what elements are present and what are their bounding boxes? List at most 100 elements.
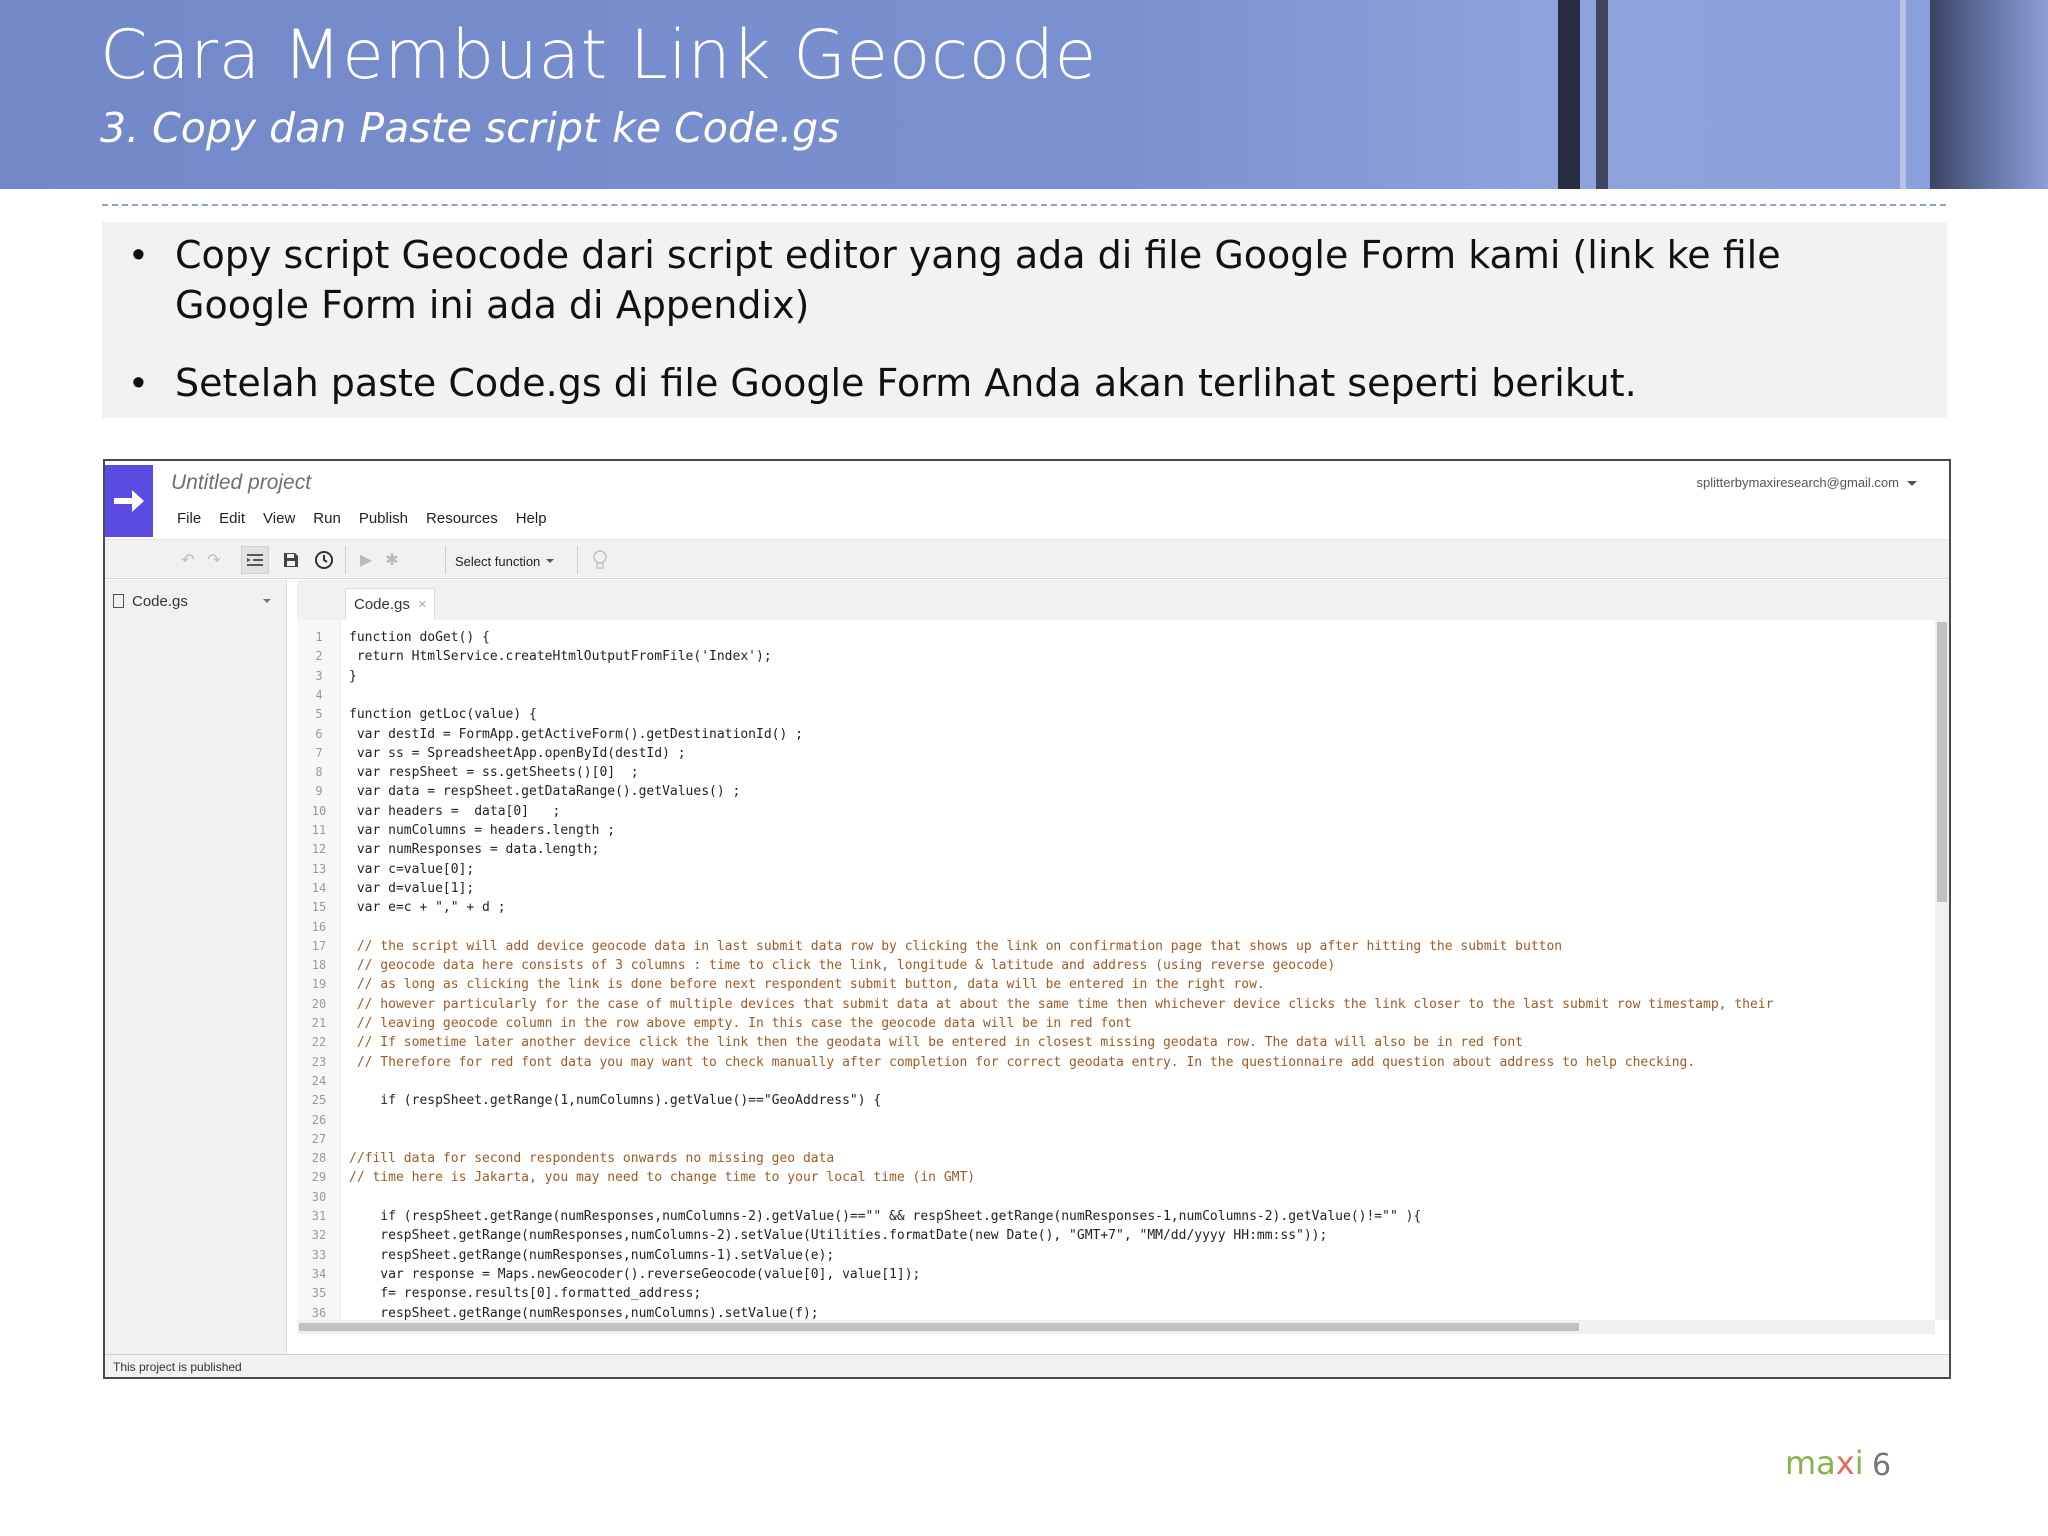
debug-bug-icon[interactable]: ✱: [381, 546, 403, 574]
triggers-clock-icon[interactable]: [311, 546, 337, 574]
line-number: 33: [311, 1248, 327, 1262]
line-number: 34: [311, 1267, 327, 1281]
line-number: 25: [311, 1093, 327, 1107]
line-number: 12: [311, 842, 327, 856]
close-icon[interactable]: ✕: [418, 598, 427, 611]
line-number: 3: [315, 669, 323, 683]
code-line: //fill data for second respondents onwar…: [349, 1151, 835, 1166]
line-number: 13: [311, 862, 327, 876]
code-line: var e=c + "," + d ;: [349, 900, 506, 915]
chevron-down-icon[interactable]: [1907, 481, 1917, 486]
code-line: respSheet.getRange(numResponses,numColum…: [349, 1248, 835, 1263]
menu-help[interactable]: Help: [516, 510, 547, 527]
code-editor[interactable]: function doGet() { return HtmlService.cr…: [341, 620, 1935, 1321]
code-line: var destId = FormApp.getActiveForm().get…: [349, 727, 803, 742]
line-number: 4: [315, 688, 323, 702]
code-line: // the script will add device geocode da…: [349, 939, 1563, 954]
maxi-logo: maxi: [1785, 1444, 1864, 1482]
toolbar: ↶ ↷ ▶ ✱ Select function: [105, 539, 1949, 579]
divider: [102, 204, 1946, 206]
code-line: var numResponses = data.length;: [349, 842, 600, 857]
line-number: 18: [311, 958, 327, 972]
bullet-text: Setelah paste Code.gs di file Google For…: [175, 361, 1637, 405]
bullet-dot: •: [131, 234, 145, 276]
line-number: 16: [311, 920, 327, 934]
header-background-stripe: [1558, 0, 1580, 189]
slide-subtitle: 3. Copy dan Paste script ke Code.gs: [100, 104, 840, 152]
scrollbar-thumb[interactable]: [1937, 622, 1947, 902]
line-number: 26: [311, 1113, 327, 1127]
horizontal-scrollbar[interactable]: [297, 1320, 1935, 1334]
line-number: 15: [311, 900, 327, 914]
code-line: respSheet.getRange(numResponses,numColum…: [349, 1228, 1328, 1243]
code-line: var data = respSheet.getDataRange().getV…: [349, 784, 741, 799]
code-line: }: [349, 669, 357, 684]
status-bar: This project is published: [105, 1354, 1949, 1377]
line-number: 32: [311, 1228, 327, 1242]
code-line: // however particularly for the case of …: [349, 997, 1774, 1012]
run-play-icon[interactable]: ▶: [355, 546, 377, 574]
apps-script-logo[interactable]: [105, 465, 153, 537]
code-line: // leaving geocode column in the row abo…: [349, 1016, 1132, 1031]
lightbulb-icon[interactable]: [589, 546, 611, 574]
account-email[interactable]: splitterbymaxiresearch@gmail.com: [1697, 475, 1899, 490]
line-number: 21: [311, 1016, 327, 1030]
line-number: 35: [311, 1286, 327, 1300]
code-line: var respSheet = ss.getSheets()[0] ;: [349, 765, 639, 780]
redo-icon[interactable]: ↷: [203, 546, 225, 574]
line-number: 27: [311, 1132, 327, 1146]
line-number: 31: [311, 1209, 327, 1223]
code-line: var c=value[0];: [349, 862, 475, 877]
code-line: // If sometime later another device clic…: [349, 1035, 1523, 1050]
menu-file[interactable]: File: [177, 510, 201, 527]
menu-view[interactable]: View: [263, 510, 295, 527]
menu-publish[interactable]: Publish: [359, 510, 408, 527]
editor-header: Untitled project splitterbymaxiresearch@…: [105, 461, 1949, 539]
file-icon: [113, 594, 124, 608]
code-line: f= response.results[0].formatted_address…: [349, 1286, 702, 1301]
code-line: return HtmlService.createHtmlOutputFromF…: [349, 649, 772, 664]
select-function-label: Select function: [455, 553, 541, 569]
line-number: 7: [315, 746, 323, 760]
menu-edit[interactable]: Edit: [219, 510, 245, 527]
bullet-item: • Setelah paste Code.gs di file Google F…: [102, 358, 1895, 408]
line-number: 2: [315, 649, 323, 663]
code-line: function doGet() {: [349, 630, 490, 645]
select-function-dropdown[interactable]: Select function: [455, 548, 555, 574]
code-line: var ss = SpreadsheetApp.openById(destId)…: [349, 746, 686, 761]
menu-run[interactable]: Run: [313, 510, 341, 527]
bullet-dot: •: [131, 362, 145, 404]
line-number: 19: [311, 977, 327, 991]
line-number: 20: [311, 997, 327, 1011]
code-line: // time here is Jakarta, you may need to…: [349, 1170, 976, 1185]
slide-title: Cara Membuat Link Geocode: [100, 16, 1097, 95]
header-background-stripe: [1900, 0, 1906, 189]
line-number: 9: [315, 784, 323, 798]
vertical-scrollbar[interactable]: [1935, 620, 1949, 1320]
code-line: // Therefore for red font data you may w…: [349, 1055, 1696, 1070]
line-number: 8: [315, 765, 323, 779]
indent-icon[interactable]: [241, 546, 269, 574]
bullet-box: • Copy script Geocode dari script editor…: [102, 222, 1947, 418]
toolbar-separator: [445, 546, 446, 574]
save-icon[interactable]: [279, 546, 303, 574]
line-number: 29: [311, 1170, 327, 1184]
page-number: 6: [1872, 1448, 1892, 1483]
scrollbar-thumb[interactable]: [299, 1323, 1579, 1331]
code-line: // geocode data here consists of 3 colum…: [349, 958, 1336, 973]
tab-code-gs[interactable]: Code.gs ✕: [345, 588, 435, 620]
menu-resources[interactable]: Resources: [426, 510, 498, 527]
line-number: 22: [311, 1035, 327, 1049]
project-name[interactable]: Untitled project: [171, 471, 311, 495]
line-number: 11: [311, 823, 327, 837]
code-line: if (respSheet.getRange(numResponses,numC…: [349, 1209, 1422, 1224]
sidebar-file-code-gs[interactable]: Code.gs: [113, 588, 283, 614]
line-number: 6: [315, 727, 323, 741]
line-number: 30: [311, 1190, 327, 1204]
editor-tabs: Code.gs ✕: [297, 580, 1949, 620]
line-number: 23: [311, 1055, 327, 1069]
undo-icon[interactable]: ↶: [177, 546, 199, 574]
line-number: 5: [315, 707, 323, 721]
chevron-down-icon[interactable]: [263, 599, 271, 603]
code-line: if (respSheet.getRange(1,numColumns).get…: [349, 1093, 882, 1108]
